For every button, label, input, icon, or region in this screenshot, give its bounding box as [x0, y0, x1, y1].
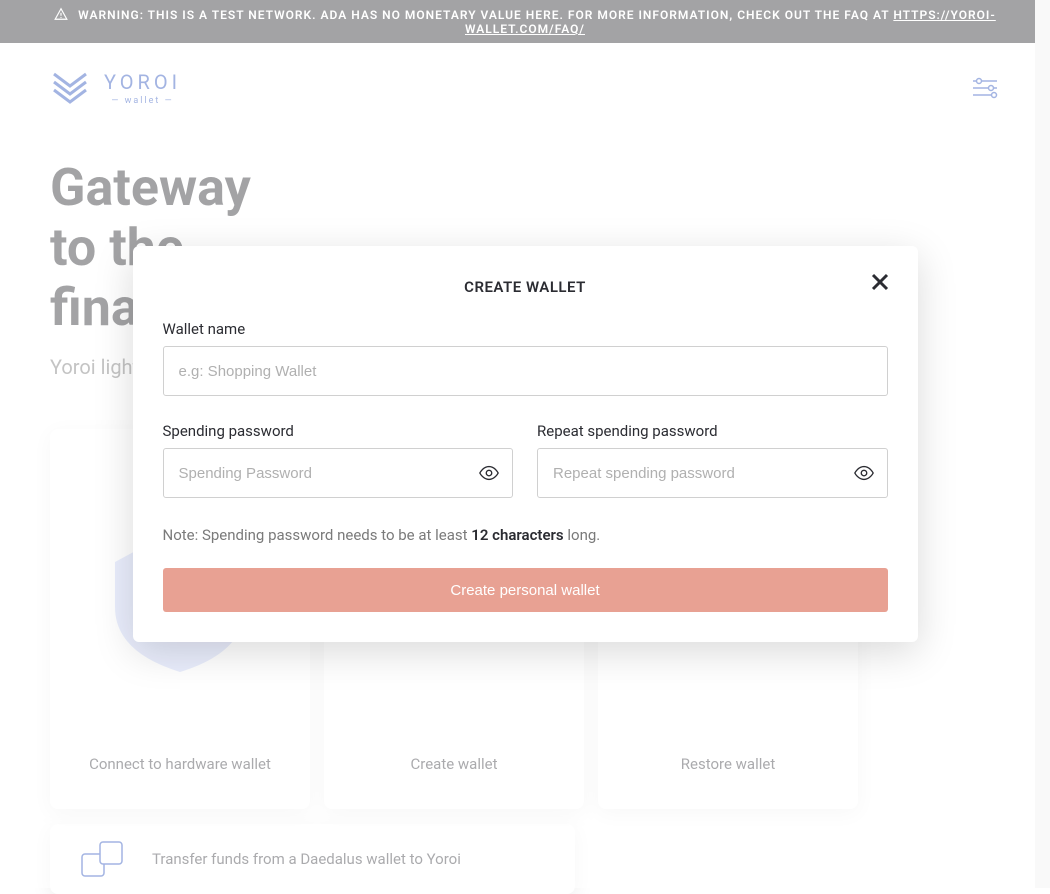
note-bold: 12 characters — [471, 526, 563, 544]
toggle-repeat-password-visibility-button[interactable] — [852, 461, 876, 485]
close-icon — [871, 273, 889, 291]
repeat-password-label: Repeat spending password — [537, 422, 888, 440]
modal-overlay: CREATE WALLET Wallet name Spending passw… — [0, 0, 1050, 888]
create-personal-wallet-button[interactable]: Create personal wallet — [163, 568, 888, 612]
create-wallet-modal: CREATE WALLET Wallet name Spending passw… — [133, 246, 918, 642]
repeat-password-input[interactable] — [537, 448, 888, 498]
eye-icon — [853, 462, 875, 484]
eye-icon — [478, 462, 500, 484]
wallet-name-label: Wallet name — [163, 320, 888, 338]
repeat-password-field-group: Repeat spending password — [537, 422, 888, 498]
close-button[interactable] — [866, 268, 894, 296]
wallet-name-field-group: Wallet name — [163, 320, 888, 396]
spending-password-input[interactable] — [163, 448, 514, 498]
wallet-name-input[interactable] — [163, 346, 888, 396]
note-prefix: Note: Spending password needs to be at l… — [163, 526, 472, 544]
password-length-note: Note: Spending password needs to be at l… — [163, 526, 888, 544]
modal-title: CREATE WALLET — [163, 278, 888, 296]
toggle-password-visibility-button[interactable] — [477, 461, 501, 485]
spending-password-label: Spending password — [163, 422, 514, 440]
note-suffix: long. — [564, 526, 601, 544]
spending-password-field-group: Spending password — [163, 422, 514, 498]
